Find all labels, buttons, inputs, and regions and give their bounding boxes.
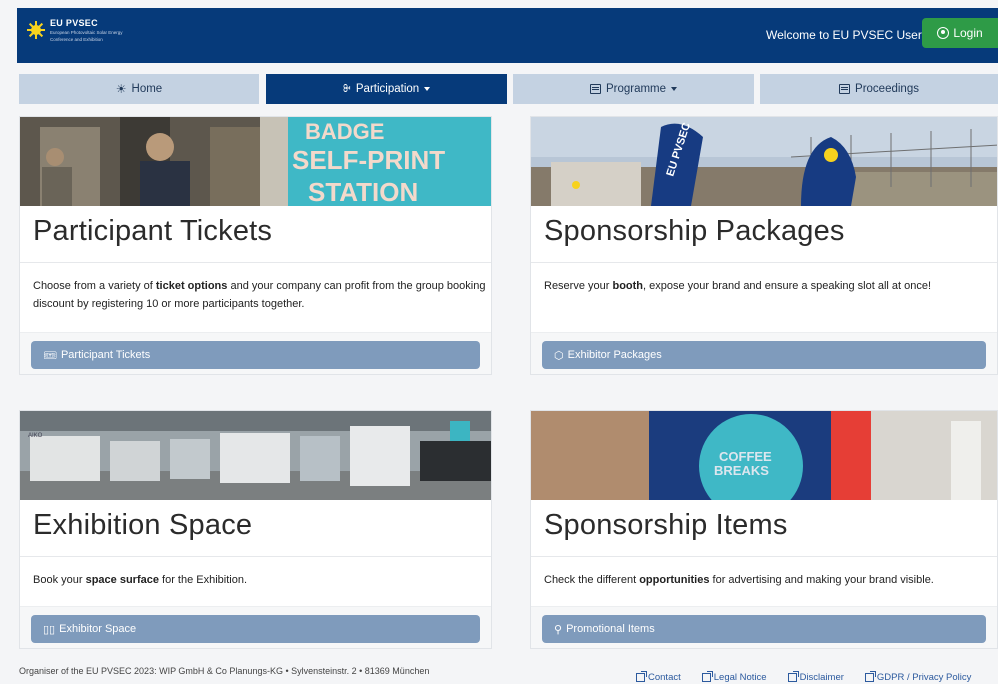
card-sponsorship-items: COFFEE BREAKS Sponsorship Items Check th… — [530, 410, 998, 649]
footer-link-disclaimer[interactable]: Disclaimer — [787, 671, 844, 683]
caret-down-icon — [671, 87, 678, 91]
card-description: Reserve your booth, expose your brand an… — [544, 280, 932, 292]
external-link-icon — [636, 671, 647, 682]
card-description: Check the different opportunities for ad… — [544, 574, 934, 586]
svg-text:SELF-PRINT: SELF-PRINT — [292, 145, 445, 175]
card-description: Choose from a variety of ticket options … — [33, 280, 486, 310]
user-circle-icon — [937, 27, 950, 39]
promotional-items-button[interactable]: ⚲ Promotional Items — [542, 615, 986, 643]
caret-down-icon — [424, 87, 431, 91]
button-label: Exhibitor Space — [59, 623, 137, 635]
nav-participation[interactable]: ꔬ Participation — [266, 74, 507, 104]
ticket-icon: 🎟︎ — [43, 349, 57, 362]
layout-icon: ▯▯ — [43, 623, 56, 636]
footer-link-contact[interactable]: Contact — [636, 671, 681, 683]
cube-icon: ⬡ — [554, 349, 564, 362]
badge-station-text: BADGE — [305, 119, 384, 144]
exhibitor-packages-button[interactable]: ⬡ Exhibitor Packages — [542, 341, 986, 369]
svg-text:COFFEE: COFFEE — [719, 449, 772, 464]
footer-link-privacy-policy[interactable]: GDPR / Privacy Policy — [864, 671, 971, 683]
logo-title: EU PVSEC — [50, 18, 98, 28]
card-sponsorship-packages: EU PVSEC Sponsorship Packages Reserve yo… — [530, 116, 998, 375]
card-photo-exhibition-hall: AIKO — [20, 411, 491, 500]
header-bar: EU PVSEC European Photovoltaic Solar Ene… — [17, 8, 998, 63]
svg-text:AIKO: AIKO — [28, 433, 43, 439]
card-photo-badge-station: BADGE SELF-PRINT STATION — [20, 117, 491, 206]
external-link-icon — [787, 671, 799, 682]
nav-home[interactable]: ☀ Home — [19, 74, 259, 104]
card-participant-tickets: BADGE SELF-PRINT STATION Participant Tic… — [19, 116, 492, 375]
footer-link-legal-notice[interactable]: Legal Notice — [701, 671, 767, 683]
card-title: Participant Tickets — [33, 215, 273, 247]
card-title: Sponsorship Items — [544, 509, 788, 541]
nav-proceedings[interactable]: Proceedings — [760, 74, 998, 104]
card-title: Sponsorship Packages — [544, 215, 845, 247]
svg-text:BREAKS: BREAKS — [714, 463, 769, 478]
exhibitor-space-button[interactable]: ▯▯ Exhibitor Space — [31, 615, 480, 643]
nav-home-label: Home — [131, 83, 163, 95]
main-nav: ☀ Home ꔬ Participation Programme Proceed… — [19, 74, 998, 104]
button-label: Promotional Items — [566, 623, 655, 635]
button-label: Participant Tickets — [60, 349, 151, 361]
nav-proceedings-label: Proceedings — [855, 83, 919, 95]
external-link-icon — [864, 671, 876, 682]
card-description: Book your space surface for the Exhibiti… — [33, 574, 248, 586]
logo-subtitle-line-2: Conference and Exhibition — [50, 37, 103, 42]
sun-logo-icon — [27, 21, 45, 39]
external-link-icon — [701, 671, 713, 682]
card-photo-flags: EU PVSEC — [531, 117, 997, 206]
document-icon — [839, 84, 851, 94]
login-label: Login — [953, 26, 983, 40]
calendar-icon — [589, 84, 601, 94]
eu-pvsec-logo[interactable]: EU PVSEC European Photovoltaic Solar Ene… — [27, 19, 123, 42]
sun-icon: ☀ — [115, 82, 127, 96]
lightbulb-icon: ⚲ — [554, 623, 563, 636]
people-icon: ꔬ — [342, 82, 351, 95]
card-photo-coffee-breaks: COFFEE BREAKS — [531, 411, 997, 500]
logo-subtitle-line-1: European Photovoltaic Solar Energy — [50, 30, 123, 35]
card-title: Exhibition Space — [33, 509, 253, 541]
participant-tickets-button[interactable]: 🎟︎ Participant Tickets — [31, 341, 480, 369]
organiser-text: Organiser of the EU PVSEC 2023: WIP GmbH… — [19, 666, 430, 676]
footer-links: Contact Legal Notice Disclaimer GDPR / P… — [636, 671, 971, 683]
nav-programme-label: Programme — [605, 83, 667, 95]
button-label: Exhibitor Packages — [567, 349, 662, 361]
nav-participation-label: Participation — [355, 83, 420, 95]
page: EU PVSEC European Photovoltaic Solar Ene… — [0, 0, 998, 684]
card-exhibition-space: AIKO Exhibition Space Book your space su… — [19, 410, 492, 649]
login-button[interactable]: Login — [922, 18, 998, 48]
nav-programme[interactable]: Programme — [513, 74, 754, 104]
svg-text:STATION: STATION — [308, 177, 418, 206]
